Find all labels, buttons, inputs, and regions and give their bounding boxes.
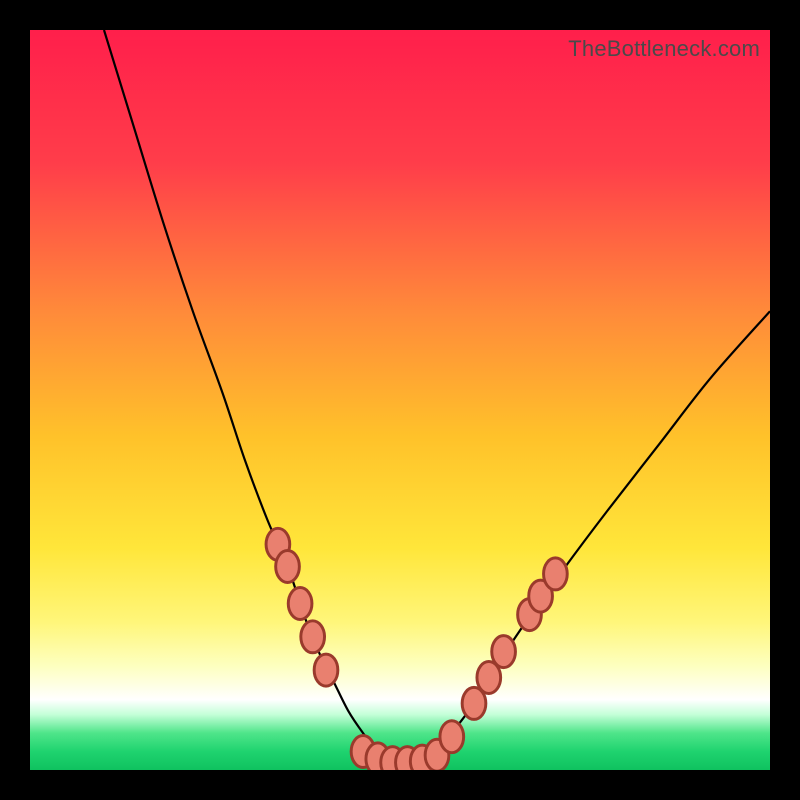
chart-frame: TheBottleneck.com	[0, 0, 800, 800]
data-marker	[314, 654, 338, 686]
data-marker	[288, 588, 312, 620]
data-marker	[544, 558, 568, 590]
watermark-text: TheBottleneck.com	[568, 36, 760, 62]
data-marker	[440, 721, 464, 753]
data-marker	[492, 636, 516, 668]
data-marker	[301, 621, 325, 653]
bottleneck-curve	[30, 30, 770, 770]
data-marker	[276, 551, 300, 583]
plot-area: TheBottleneck.com	[30, 30, 770, 770]
